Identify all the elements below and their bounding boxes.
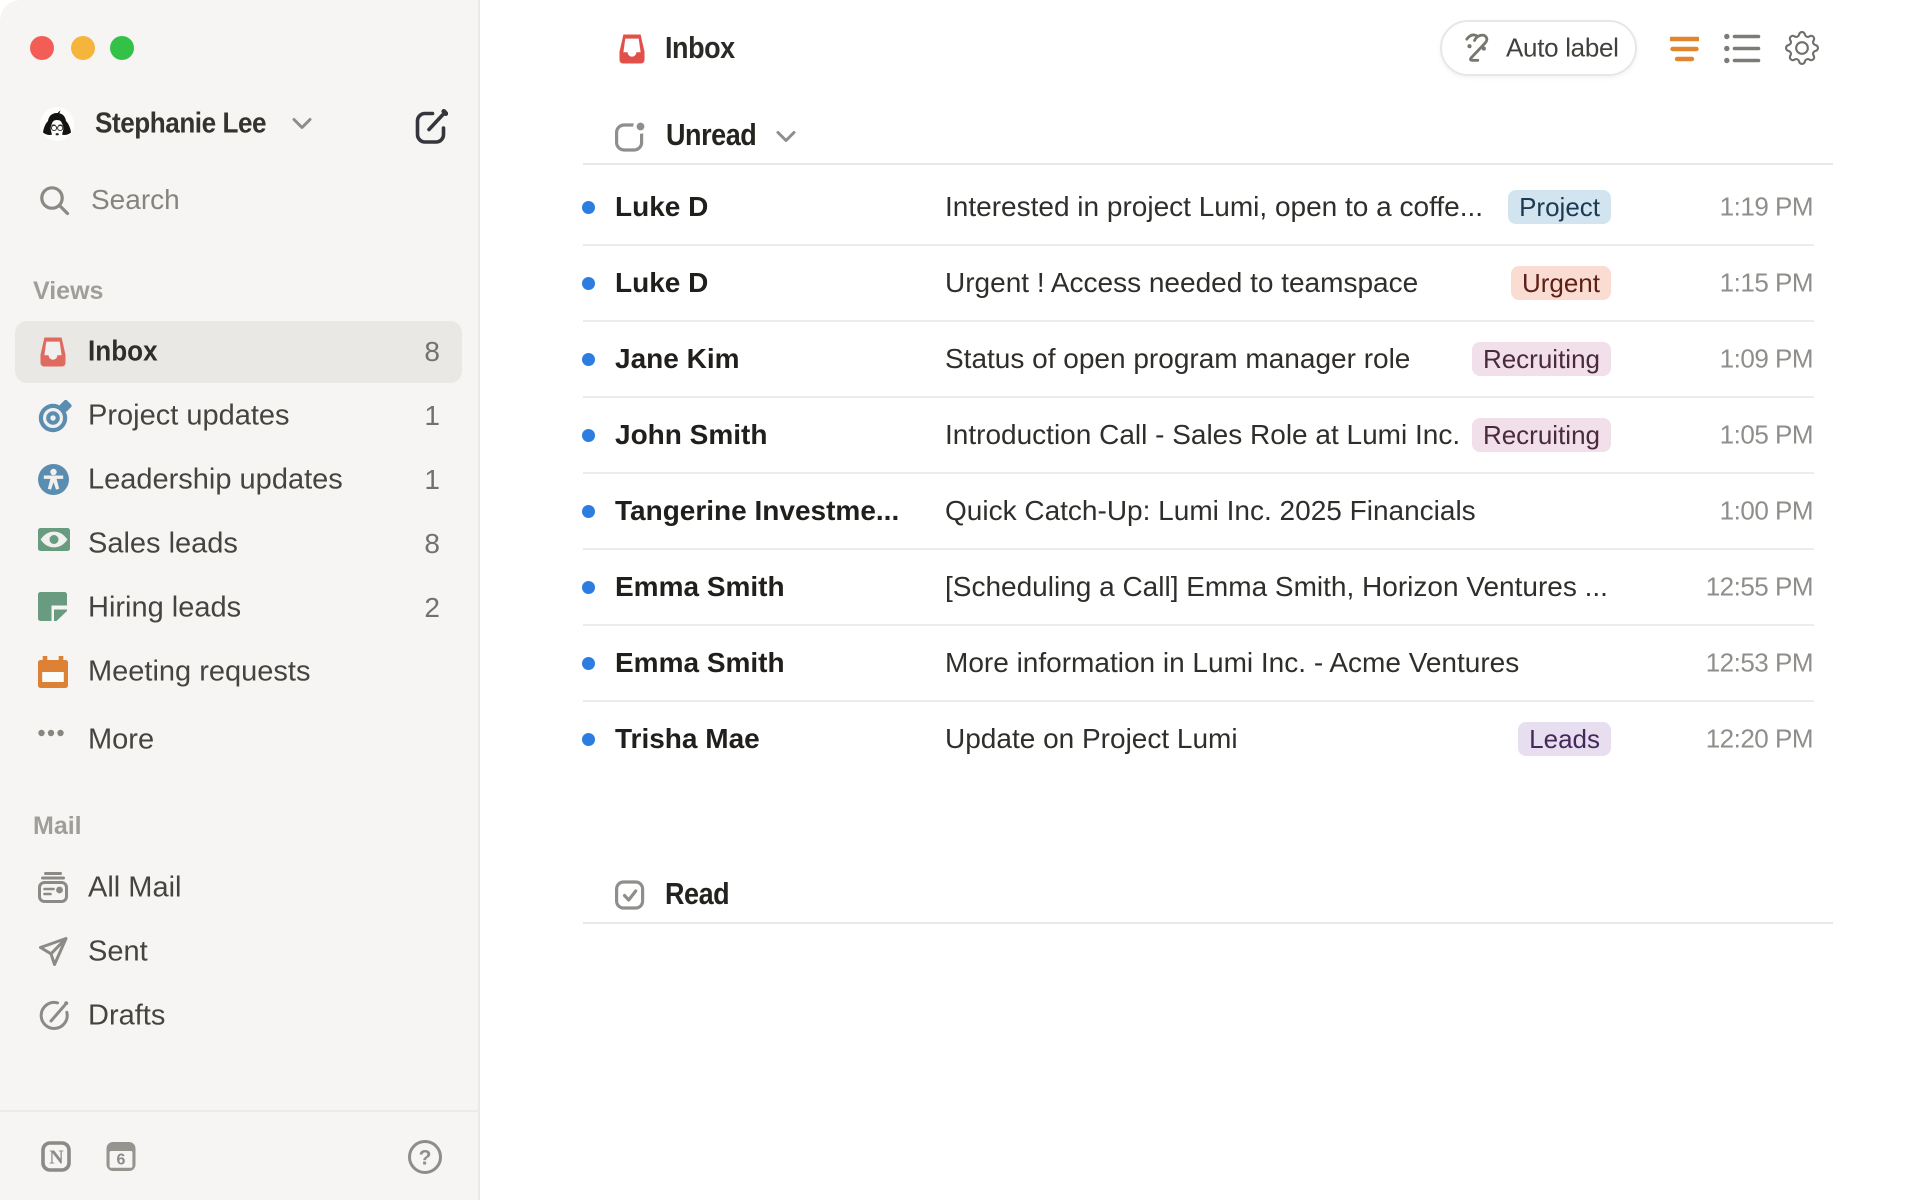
svg-text:N: N	[49, 1147, 64, 1169]
svg-text:6: 6	[117, 1152, 126, 1169]
svg-text:?: ?	[419, 1147, 432, 1170]
